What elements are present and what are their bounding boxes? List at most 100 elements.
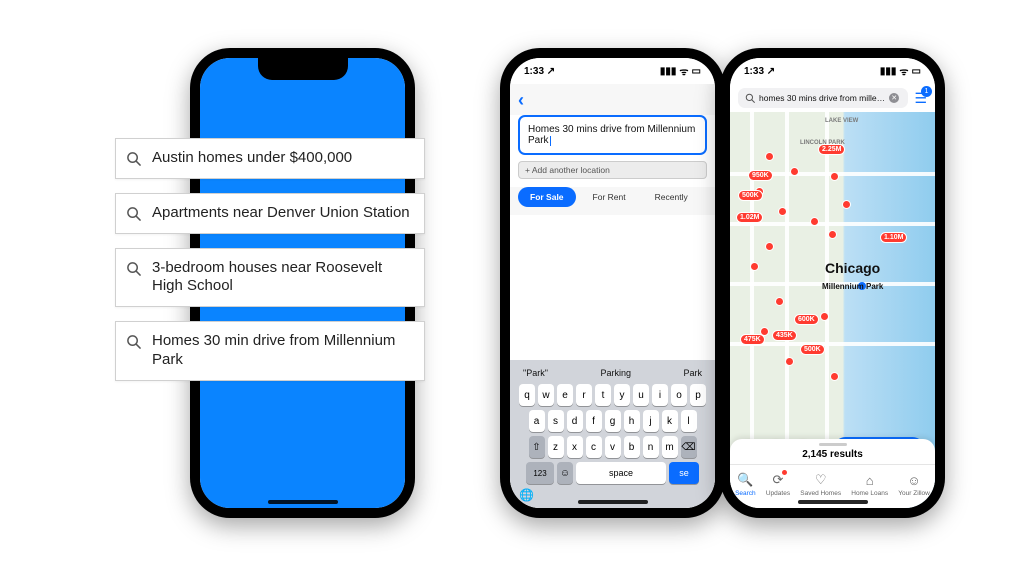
tab-updates[interactable]: ⟳ Updates <box>766 472 790 497</box>
key-z[interactable]: z <box>548 436 564 458</box>
search-icon <box>126 206 141 221</box>
location-arrow-icon: ↗ <box>547 66 555 77</box>
key-backspace[interactable]: ⌫ <box>681 436 697 458</box>
key-r[interactable]: r <box>576 384 592 406</box>
listing-dot[interactable] <box>830 172 839 181</box>
key-o[interactable]: o <box>671 384 687 406</box>
keyboard-suggestion[interactable]: Park <box>683 368 702 378</box>
tab-label: Your Zillow <box>898 490 930 497</box>
listing-dot[interactable] <box>790 167 799 176</box>
price-marker[interactable]: 500K <box>738 190 763 201</box>
search-suggestion[interactable]: Apartments near Denver Union Station <box>115 193 425 234</box>
key-s[interactable]: s <box>548 410 564 432</box>
key-e[interactable]: e <box>557 384 573 406</box>
tab-label: Updates <box>766 490 790 497</box>
map-view[interactable]: Chicago Millennium Park LINCOLN PARK LAK… <box>730 112 935 508</box>
key-b[interactable]: b <box>624 436 640 458</box>
search-input-value: Homes 30 mins drive from Millennium Park <box>528 124 695 146</box>
listing-dot[interactable] <box>785 357 794 366</box>
signal-icon: ▮▮▮ <box>880 66 897 77</box>
price-marker[interactable]: 475K <box>740 334 765 345</box>
map-search-value: homes 30 mins drive from mille… <box>759 93 885 103</box>
tab-label: Home Loans <box>851 490 888 497</box>
status-bar: 1:33 ↗ ▮▮▮ᯤ▭ <box>510 58 715 84</box>
key-l[interactable]: l <box>681 410 697 432</box>
key-g[interactable]: g <box>605 410 621 432</box>
home-indicator <box>578 500 648 504</box>
key-v[interactable]: v <box>605 436 621 458</box>
listing-dot[interactable] <box>830 372 839 381</box>
tab-for-rent[interactable]: For Rent <box>581 187 638 207</box>
listing-dot[interactable] <box>778 207 787 216</box>
keyboard-suggestion[interactable]: "Park" <box>523 368 548 378</box>
home-indicator <box>268 500 338 504</box>
search-suggestion[interactable]: Austin homes under $400,000 <box>115 138 425 179</box>
key-space[interactable]: space <box>576 462 666 484</box>
notch <box>258 58 348 80</box>
tab-for-sale[interactable]: For Sale <box>518 187 576 207</box>
key-c[interactable]: c <box>586 436 602 458</box>
key-w[interactable]: w <box>538 384 554 406</box>
listing-type-tabs: For Sale For Rent Recently <box>510 187 715 215</box>
text-cursor <box>550 136 551 146</box>
key-j[interactable]: j <box>643 410 659 432</box>
keyboard-suggestion[interactable]: Parking <box>600 368 631 378</box>
map-search-input[interactable]: homes 30 mins drive from mille… ✕ <box>738 88 908 108</box>
key-m[interactable]: m <box>662 436 678 458</box>
key-123[interactable]: 123 <box>526 462 554 484</box>
listing-dot[interactable] <box>820 312 829 321</box>
key-shift[interactable]: ⇧ <box>529 436 545 458</box>
updates-icon: ⟳ <box>773 472 784 488</box>
search-suggestion-text: Austin homes under $400,000 <box>152 149 352 166</box>
results-sheet[interactable]: 2,145 results <box>730 439 935 464</box>
listing-dot[interactable] <box>775 297 784 306</box>
search-icon <box>126 334 141 349</box>
filter-button[interactable]: ☰ 1 <box>914 90 927 107</box>
listing-dot[interactable] <box>842 200 851 209</box>
price-marker[interactable]: 1.10M <box>880 232 907 243</box>
price-marker[interactable]: 600K <box>794 314 819 325</box>
key-a[interactable]: a <box>529 410 545 432</box>
search-suggestion[interactable]: 3-bedroom houses near Roosevelt High Sch… <box>115 248 425 308</box>
listing-dot[interactable] <box>750 262 759 271</box>
listing-dot[interactable] <box>765 242 774 251</box>
ios-keyboard: "Park" Parking Park qwertyuiop asdfghjkl… <box>510 360 715 508</box>
key-emoji[interactable]: ☺ <box>557 462 573 484</box>
search-suggestion[interactable]: Homes 30 min drive from Millennium Park <box>115 321 425 381</box>
tab-search[interactable]: 🔍 Search <box>735 472 756 497</box>
tab-your-zillow[interactable]: ☺ Your Zillow <box>898 473 930 497</box>
listing-dot[interactable] <box>765 152 774 161</box>
price-marker[interactable]: 1.02M <box>736 212 763 223</box>
key-k[interactable]: k <box>662 410 678 432</box>
status-icons: ▮▮▮ᯤ▭ <box>880 64 921 78</box>
battery-icon: ▭ <box>912 66 921 77</box>
price-marker[interactable]: 500K <box>800 344 825 355</box>
price-marker[interactable]: 2.25M <box>818 144 845 155</box>
tab-home-loans[interactable]: ⌂ Home Loans <box>851 473 888 497</box>
back-button[interactable]: ‹ <box>518 86 707 115</box>
price-marker[interactable]: 950K <box>748 170 773 181</box>
notification-dot <box>782 470 787 475</box>
key-p[interactable]: p <box>690 384 706 406</box>
key-u[interactable]: u <box>633 384 649 406</box>
key-y[interactable]: y <box>614 384 630 406</box>
status-icons: ▮▮▮ᯤ▭ <box>660 64 701 78</box>
price-marker[interactable]: 435K <box>772 330 797 341</box>
add-location-button[interactable]: + Add another location <box>518 161 707 179</box>
search-icon <box>745 93 755 103</box>
clear-search-icon[interactable]: ✕ <box>889 93 899 103</box>
key-q[interactable]: q <box>519 384 535 406</box>
key-h[interactable]: h <box>624 410 640 432</box>
key-f[interactable]: f <box>586 410 602 432</box>
key-d[interactable]: d <box>567 410 583 432</box>
search-input[interactable]: Homes 30 mins drive from Millennium Park <box>518 115 707 155</box>
key-n[interactable]: n <box>643 436 659 458</box>
tab-saved-homes[interactable]: ♡ Saved Homes <box>800 472 841 497</box>
key-search[interactable]: se <box>669 462 699 484</box>
key-x[interactable]: x <box>567 436 583 458</box>
listing-dot[interactable] <box>810 217 819 226</box>
key-i[interactable]: i <box>652 384 668 406</box>
listing-dot[interactable] <box>828 230 837 239</box>
key-t[interactable]: t <box>595 384 611 406</box>
tab-recently[interactable]: Recently <box>643 187 700 207</box>
